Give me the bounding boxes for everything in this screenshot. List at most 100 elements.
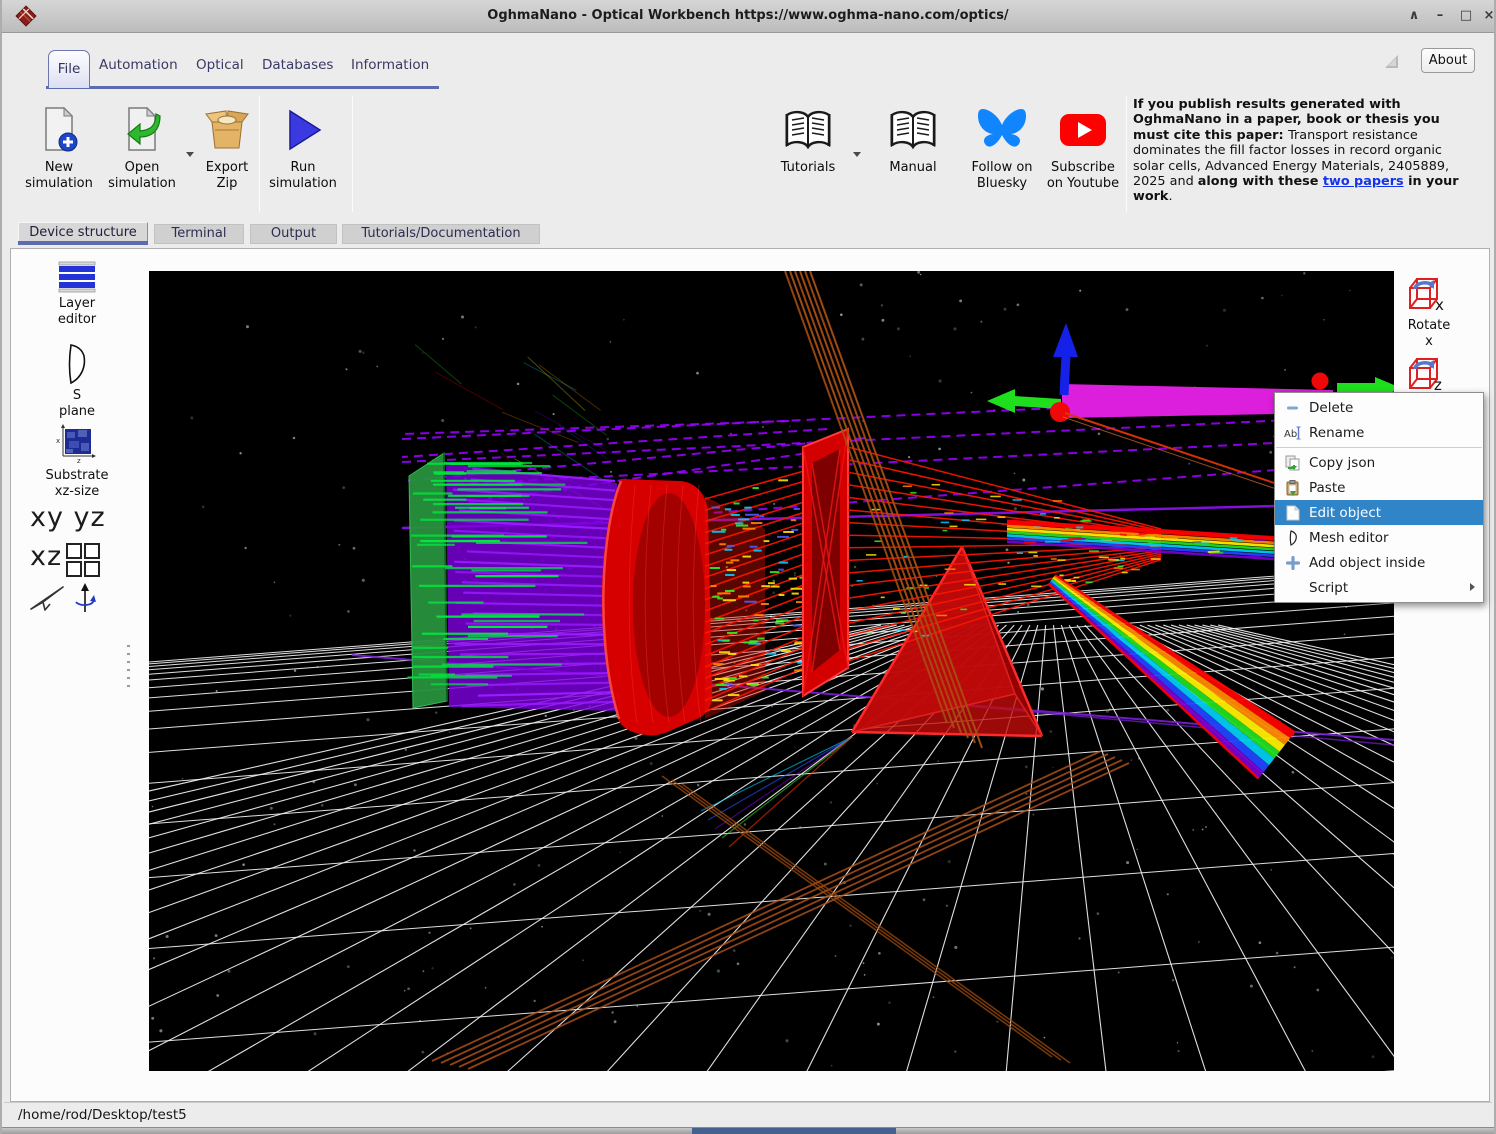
paste-icon	[1284, 480, 1302, 496]
context-menu: Delete Ab Rename Copy json Paste Edit ob…	[1274, 392, 1484, 603]
purple-beam	[446, 463, 617, 711]
layer-editor-button[interactable]	[57, 261, 97, 297]
menu-tab-automation[interactable]: Automation	[99, 57, 178, 73]
open-document-icon	[122, 104, 162, 156]
run-simulation-button[interactable]: Run simulation	[265, 104, 341, 192]
maximize-button[interactable]: □	[1456, 7, 1476, 25]
tutorials-button[interactable]: Tutorials	[770, 104, 846, 176]
copy-icon	[1284, 455, 1302, 471]
run-simulation-label: Run simulation	[269, 160, 337, 192]
book-icon	[783, 104, 833, 156]
3d-scene	[149, 271, 1394, 1071]
s-plane-button[interactable]	[62, 343, 92, 389]
close-button[interactable]: ×	[1479, 7, 1496, 25]
youtube-icon	[1058, 104, 1108, 156]
about-button[interactable]: About	[1421, 48, 1475, 73]
view-xy-yz-button[interactable]: xy yz	[30, 502, 106, 533]
panel-splitter[interactable]	[127, 645, 130, 689]
bluesky-button[interactable]: Follow on Bluesky	[962, 104, 1042, 192]
toolbar-separator	[352, 96, 353, 212]
detector-frame[interactable]	[803, 429, 848, 696]
menu-item-paste[interactable]: Paste	[1275, 475, 1483, 500]
tab-output[interactable]: Output	[250, 224, 337, 244]
new-document-icon	[39, 104, 79, 156]
view-xz-button[interactable]: xz	[30, 541, 62, 572]
export-zip-button[interactable]: Export Zip	[192, 104, 262, 192]
manual-button[interactable]: Manual	[875, 104, 951, 176]
package-box-icon	[204, 104, 250, 156]
rename-icon: Ab	[1284, 425, 1302, 441]
manual-label: Manual	[889, 160, 936, 176]
new-simulation-label: New simulation	[25, 160, 93, 192]
svg-text:Ab: Ab	[1284, 429, 1297, 440]
rotate-view-button[interactable]	[72, 582, 98, 618]
play-icon	[282, 104, 324, 156]
minimize-button[interactable]: –	[1430, 7, 1450, 25]
window-title: OghmaNano - Optical Workbench https://ww…	[2, 8, 1494, 23]
3d-viewport[interactable]	[149, 271, 1394, 1071]
menu-tab-optical[interactable]: Optical	[196, 57, 244, 73]
menu-item-delete[interactable]: Delete	[1275, 395, 1483, 420]
substrate-icon: x z	[55, 423, 97, 463]
menu-item-mesh-editor[interactable]: Mesh editor	[1275, 525, 1483, 550]
layer-editor-label: Layer editor	[32, 296, 122, 328]
menu-item-edit-object[interactable]: Edit object	[1275, 500, 1483, 525]
rotate-axis-icon	[72, 582, 98, 614]
menu-item-copy-json[interactable]: Copy json	[1275, 450, 1483, 475]
tutorials-dropdown-caret-icon[interactable]	[853, 152, 861, 157]
tab-tutorials-documentation[interactable]: Tutorials/Documentation	[342, 224, 540, 244]
menu-item-script[interactable]: Script	[1275, 575, 1483, 600]
menu-tab-databases[interactable]: Databases	[262, 57, 333, 73]
tab-terminal[interactable]: Terminal	[154, 224, 244, 244]
svg-text:z: z	[77, 457, 81, 463]
taskbar-peek	[692, 1128, 896, 1134]
substrate-xz-size-button[interactable]: x z	[55, 423, 97, 467]
lens-icon	[1284, 530, 1302, 546]
submenu-arrow-icon	[1470, 583, 1475, 591]
menu-tab-file[interactable]: File	[48, 50, 90, 88]
plus-icon	[1284, 555, 1302, 571]
statusbar-path: /home/rod/Desktop/test5	[18, 1107, 187, 1123]
grid-2x2-icon	[65, 542, 101, 578]
resize-grip-icon	[1384, 54, 1399, 69]
open-simulation-label: Open simulation	[108, 160, 176, 192]
youtube-label: Subscribe on Youtube	[1047, 160, 1119, 192]
application-window: OghmaNano - Optical Workbench https://ww…	[0, 0, 1496, 1134]
citation-period: .	[1168, 189, 1172, 204]
menu-underline	[46, 86, 439, 89]
svg-text:x: x	[56, 437, 60, 445]
rotate-x-subscript: x	[1435, 296, 1444, 314]
citation-bold-mid: along with these	[1198, 174, 1323, 189]
detector-plane[interactable]	[409, 453, 447, 708]
citation-text: If you publish results generated with Og…	[1133, 97, 1475, 205]
menu-item-add-object-inside[interactable]: Add object inside	[1275, 550, 1483, 575]
menu-separator	[1276, 447, 1482, 448]
youtube-button[interactable]: Subscribe on Youtube	[1042, 104, 1124, 192]
export-zip-label: Export Zip	[206, 160, 249, 192]
butterfly-icon	[976, 104, 1028, 156]
tutorials-label: Tutorials	[781, 160, 836, 176]
fly-camera-button[interactable]	[30, 585, 64, 615]
layers-icon	[57, 261, 97, 293]
menu-item-rename[interactable]: Ab Rename	[1275, 420, 1483, 445]
book-icon	[888, 104, 938, 156]
toolbar-separator	[259, 96, 260, 212]
statusbar: /home/rod/Desktop/test5	[4, 1102, 1492, 1127]
menu-tab-information[interactable]: Information	[351, 57, 429, 73]
lens-object[interactable]	[602, 479, 712, 735]
blank-icon	[1284, 580, 1302, 596]
tab-device-structure[interactable]: Device structure	[18, 222, 148, 242]
titlebar[interactable]: OghmaNano - Optical Workbench https://ww…	[2, 0, 1494, 33]
two-papers-link[interactable]: two papers	[1323, 174, 1404, 189]
bluesky-label: Follow on Bluesky	[971, 160, 1032, 192]
lens-profile-icon	[62, 343, 92, 385]
new-simulation-button[interactable]: New simulation	[20, 104, 98, 192]
open-simulation-button[interactable]: Open simulation	[103, 104, 181, 192]
four-view-button[interactable]	[65, 542, 101, 582]
document-icon	[1284, 505, 1302, 521]
shade-button[interactable]: ∧	[1404, 7, 1424, 25]
s-plane-label: S plane	[32, 388, 122, 420]
rotate-x-label: Rotate x	[1398, 318, 1460, 350]
toolbar-separator	[1126, 96, 1127, 212]
paper-plane-icon	[30, 585, 64, 611]
